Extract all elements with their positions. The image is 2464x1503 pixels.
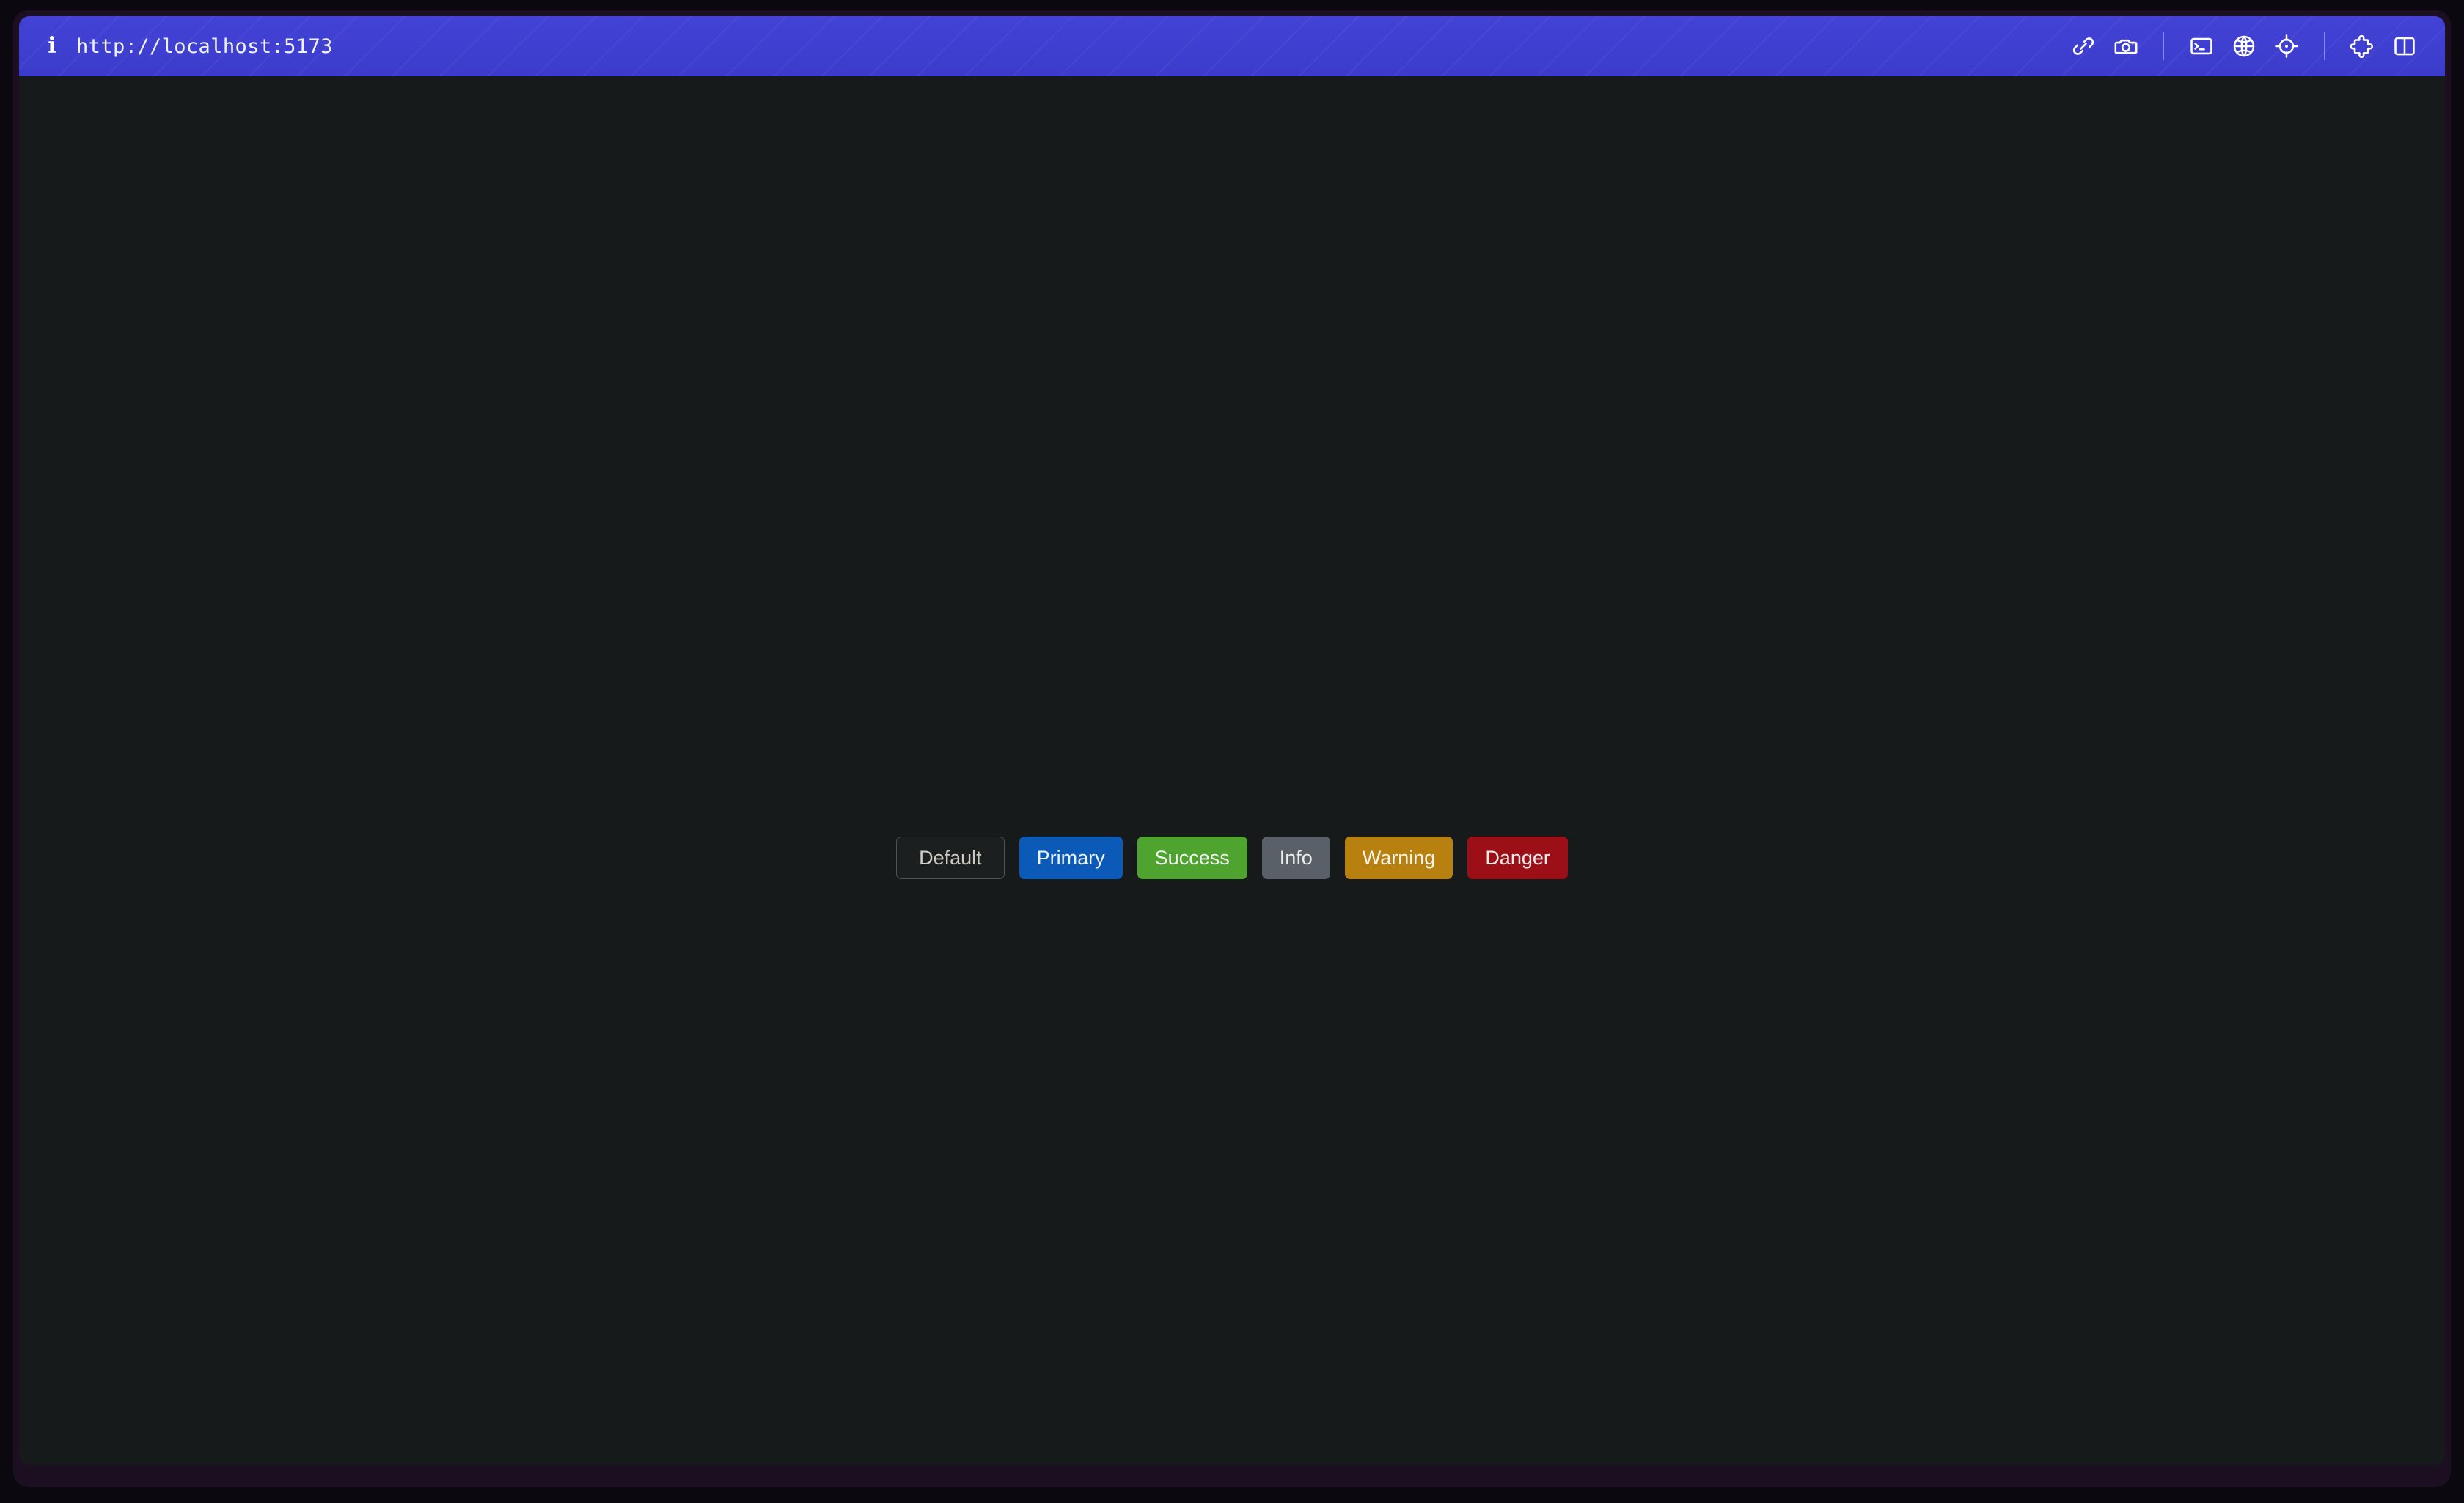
page-content: Default Primary Success Info Warning Dan… (19, 76, 2445, 1465)
terminal-icon[interactable] (2180, 25, 2223, 67)
danger-button[interactable]: Danger (1467, 837, 1568, 879)
url-text[interactable]: http://localhost:5173 (76, 35, 333, 58)
info-icon: i (48, 33, 56, 59)
button-group: Default Primary Success Info Warning Dan… (19, 837, 2445, 879)
browser-titlebar: i http://localhost:5173 (19, 16, 2445, 76)
window-frame: i http://localhost:5173 Default Primary … (13, 10, 2451, 1487)
split-panel-icon[interactable] (2383, 25, 2426, 67)
toolbar-separator (2163, 32, 2164, 60)
primary-button[interactable]: Primary (1019, 837, 1123, 879)
default-button[interactable]: Default (896, 837, 1005, 879)
link-icon[interactable] (2062, 25, 2105, 67)
info-button[interactable]: Info (1261, 837, 1330, 879)
warning-button[interactable]: Warning (1344, 837, 1453, 879)
globe-icon[interactable] (2223, 25, 2265, 67)
crosshair-icon[interactable] (2265, 25, 2308, 67)
browser-window: i http://localhost:5173 Default Primary … (0, 0, 2464, 1503)
camera-icon[interactable] (2105, 25, 2147, 67)
success-button[interactable]: Success (1137, 837, 1247, 879)
toolbar-separator (2324, 32, 2325, 60)
puzzle-piece-icon[interactable] (2341, 25, 2383, 67)
titlebar-actions (2062, 25, 2426, 67)
